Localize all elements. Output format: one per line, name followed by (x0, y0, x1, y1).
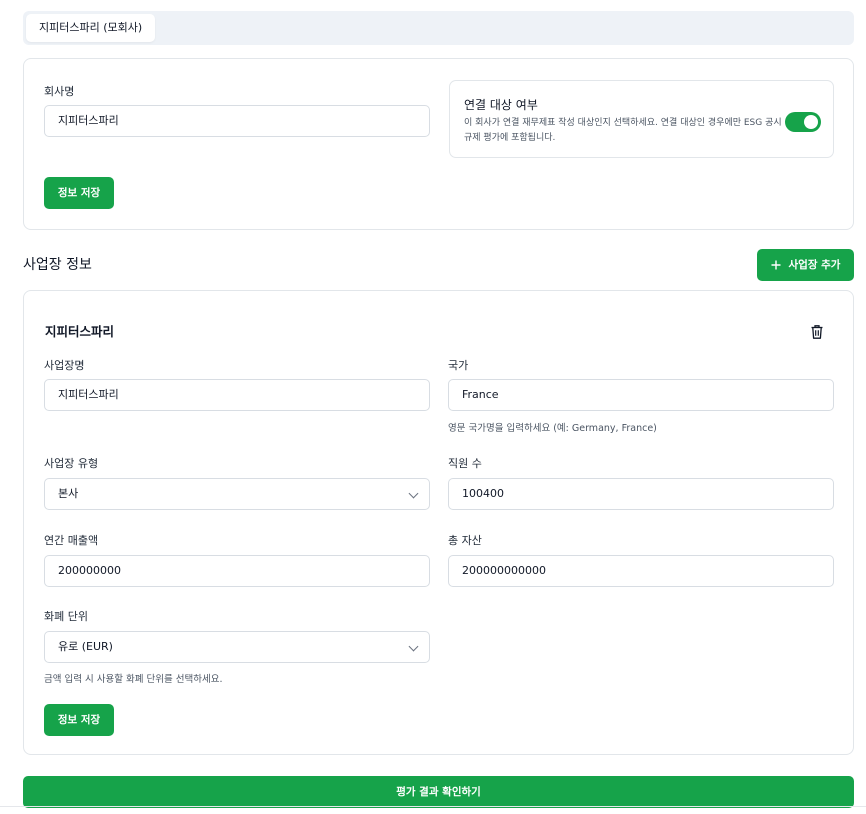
currency-value: 유로 (EUR) (58, 640, 113, 653)
company-name-input[interactable]: 지피터스파리 (44, 105, 430, 137)
site-save-button[interactable]: 정보 저장 (44, 704, 114, 736)
currency-select[interactable]: 유로 (EUR) (44, 631, 430, 663)
site-card: 지피터스파리 사업장명 지피터스파리 국가 France 영문 국가명을 입력하… (23, 290, 854, 755)
trash-icon[interactable] (810, 324, 824, 340)
country-input[interactable]: France (448, 379, 834, 411)
chevron-down-icon (408, 641, 419, 652)
company-info-card: 회사명 지피터스파리 연결 대상 여부 이 회사가 연결 재무제표 작성 대상인… (23, 58, 854, 230)
employees-label: 직원 수 (448, 457, 482, 470)
site-name-input[interactable]: 지피터스파리 (44, 379, 430, 411)
sites-section-title: 사업장 정보 (23, 257, 92, 273)
revenue-label: 연간 매출액 (44, 534, 99, 547)
chevron-down-icon (408, 488, 419, 499)
company-name-label: 회사명 (44, 85, 75, 98)
tab-parent-company[interactable]: 지피터스파리 (모회사) (26, 14, 156, 42)
view-results-button[interactable]: 평가 결과 확인하기 (23, 776, 854, 808)
currency-help: 금액 입력 시 사용할 화폐 단위를 선택하세요. (44, 674, 223, 685)
toggle-knob (804, 115, 818, 129)
plus-icon (771, 260, 781, 270)
site-type-label: 사업장 유형 (44, 457, 99, 470)
site-name-label: 사업장명 (44, 359, 85, 372)
tab-bar: 지피터스파리 (모회사) (23, 11, 854, 45)
consolidation-box: 연결 대상 여부 이 회사가 연결 재무제표 작성 대상인지 선택하세요. 연결… (449, 80, 834, 158)
country-label: 국가 (448, 359, 469, 372)
revenue-input[interactable]: 200000000 (44, 555, 430, 587)
site-type-select[interactable]: 본사 (44, 478, 430, 510)
currency-label: 화폐 단위 (44, 610, 88, 623)
consolidation-description: 이 회사가 연결 재무제표 작성 대상인지 선택하세요. 연결 대상인 경우에만… (464, 118, 782, 143)
consolidation-toggle[interactable] (785, 112, 821, 132)
assets-label: 총 자산 (448, 534, 482, 547)
assets-input[interactable]: 200000000000 (448, 555, 834, 587)
consolidation-title: 연결 대상 여부 (464, 98, 538, 112)
company-save-button[interactable]: 정보 저장 (44, 177, 114, 209)
employees-input[interactable]: 100400 (448, 478, 834, 510)
country-help: 영문 국가명을 입력하세요 (예: Germany, France) (448, 423, 657, 434)
site-title: 지피터스파리 (45, 324, 115, 339)
page-divider (0, 806, 866, 807)
add-site-label: 사업장 추가 (788, 259, 841, 271)
site-type-value: 본사 (58, 487, 79, 500)
add-site-button[interactable]: 사업장 추가 (757, 249, 854, 281)
